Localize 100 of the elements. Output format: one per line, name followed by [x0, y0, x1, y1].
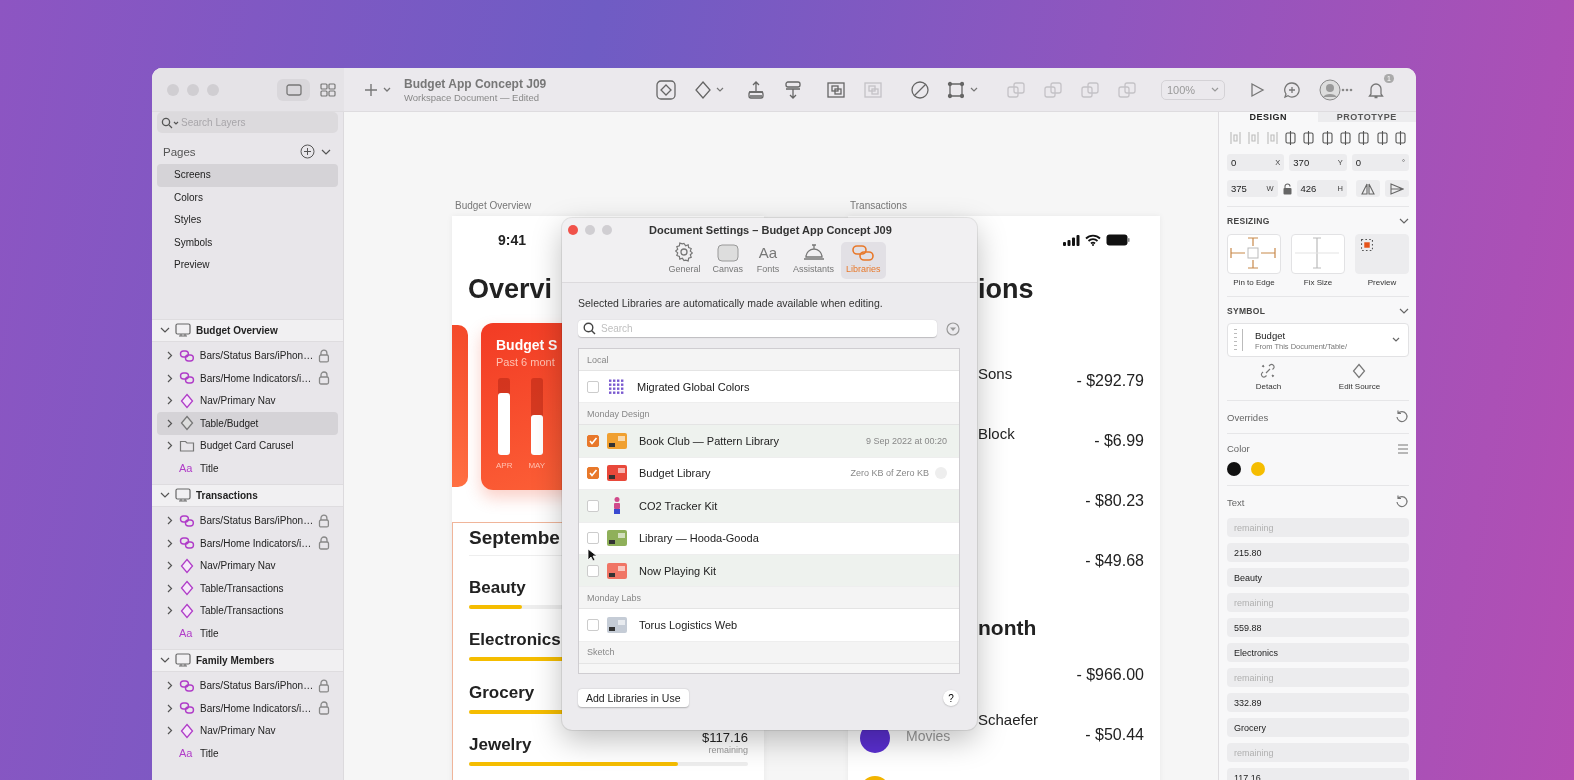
reset-icon[interactable] [1395, 410, 1409, 424]
group-icon[interactable] [825, 79, 847, 100]
chevron-icon[interactable] [160, 656, 170, 664]
layer-item[interactable]: Bars/Home Indicators/i… [157, 532, 338, 555]
chevron-right-icon[interactable] [167, 561, 173, 571]
override-text-field[interactable]: 215.80 [1227, 543, 1409, 562]
override-text-field[interactable]: 117.16 [1227, 768, 1409, 780]
align-icon[interactable] [1302, 131, 1316, 145]
align-icon[interactable] [1284, 131, 1297, 145]
add-libraries-button[interactable]: Add Libraries in Use [578, 689, 689, 707]
layer-item[interactable]: Bars/Status Bars/iPhon… [157, 344, 338, 367]
bell-icon[interactable] [1367, 80, 1385, 99]
backward-icon[interactable] [782, 79, 804, 100]
override-text-field[interactable]: remaining [1227, 593, 1409, 612]
chevron-down-icon[interactable] [321, 147, 331, 156]
align-icon[interactable] [1320, 131, 1334, 145]
scale-icon[interactable] [946, 79, 978, 100]
chevron-right-icon[interactable] [167, 396, 173, 406]
align-icon[interactable] [1357, 131, 1371, 145]
layer-item[interactable]: Bars/Home Indicators/i… [157, 367, 338, 390]
library-row[interactable]: Now Playing Kit [579, 554, 959, 588]
checkbox[interactable] [587, 619, 599, 632]
page-item[interactable]: Preview [157, 254, 338, 277]
settings-tab[interactable]: Assistants [788, 242, 839, 279]
lock-icon[interactable] [1282, 182, 1292, 195]
override-text-field[interactable]: 332.89 [1227, 693, 1409, 712]
grid-icon[interactable] [319, 82, 336, 97]
layer-group-name[interactable]: Transactions [196, 489, 258, 501]
search-icon[interactable] [583, 322, 596, 335]
close-button[interactable] [568, 225, 578, 235]
settings-tab[interactable]: Aa Fonts [750, 242, 786, 279]
library-row[interactable]: Torus Logistics Web [579, 609, 959, 642]
lock-icon[interactable] [318, 678, 330, 693]
layer-item[interactable]: Aa Title [157, 457, 338, 480]
chevron-right-icon[interactable] [167, 441, 173, 451]
play-icon[interactable] [1249, 81, 1265, 98]
override-text-field[interactable]: remaining [1227, 743, 1409, 762]
lock-icon[interactable] [318, 348, 330, 363]
library-row[interactable]: Budget Library Zero KB of Zero KB [579, 457, 959, 491]
lock-icon[interactable] [318, 701, 330, 716]
page-item[interactable]: Colors [157, 186, 338, 209]
artboard-label[interactable]: Budget Overview [455, 200, 532, 211]
flip-vertical-button[interactable] [1385, 180, 1409, 197]
color-swatch[interactable] [1251, 462, 1265, 476]
sidebar-toggle-button[interactable] [277, 78, 310, 101]
override-text-field[interactable]: Electronics [1227, 643, 1409, 662]
chevron-right-icon[interactable] [167, 351, 173, 361]
lock-icon[interactable] [318, 513, 330, 528]
add-icon[interactable] [300, 144, 315, 159]
align-icon[interactable] [1375, 131, 1389, 145]
artboard-label[interactable]: Transactions [850, 200, 907, 211]
chevron-right-icon[interactable] [167, 681, 173, 691]
mask-icon[interactable] [909, 79, 931, 100]
chevron-down-icon[interactable] [1399, 307, 1409, 315]
layer-item[interactable]: Bars/Home Indicators/i… [157, 697, 338, 720]
chevron-right-icon[interactable] [167, 373, 173, 383]
caret-icon[interactable] [1211, 86, 1219, 93]
search-field[interactable]: Search [578, 320, 937, 337]
checkbox[interactable] [587, 499, 599, 512]
checkbox[interactable] [587, 435, 599, 448]
chevron-down-icon[interactable] [1399, 217, 1409, 225]
checkbox[interactable] [587, 467, 599, 480]
chevron-right-icon[interactable] [167, 726, 173, 736]
chevron-right-icon[interactable] [167, 516, 173, 526]
page-item[interactable]: Symbols [157, 231, 338, 254]
create-symbol-icon[interactable] [655, 79, 677, 100]
page-item[interactable]: Styles [157, 209, 338, 232]
flip-horizontal-button[interactable] [1356, 180, 1380, 197]
reset-icon[interactable] [1395, 495, 1409, 509]
page-item[interactable]: Screens [157, 164, 338, 187]
layer-item[interactable]: Table/Transactions [157, 599, 338, 622]
library-row[interactable]: CO2 Tracker Kit [579, 490, 959, 523]
layer-item[interactable]: Nav/Primary Nav [157, 719, 338, 742]
layer-item[interactable]: Aa Title [157, 742, 338, 765]
chevron-right-icon[interactable] [167, 418, 173, 428]
chevron-icon[interactable] [160, 326, 170, 334]
override-text-field[interactable]: 559.88 [1227, 618, 1409, 637]
filter-icon[interactable] [946, 321, 960, 336]
override-text-field[interactable]: remaining [1227, 518, 1409, 537]
lock-icon[interactable] [318, 536, 330, 551]
layer-item[interactable]: Table/Budget [157, 412, 338, 435]
align-icon[interactable] [1393, 131, 1407, 145]
settings-tab[interactable]: Canvas [707, 242, 748, 279]
checkbox[interactable] [587, 564, 599, 577]
inspector-tab[interactable]: PROTOTYPE [1317, 112, 1416, 122]
forward-icon[interactable] [745, 79, 767, 100]
layer-item[interactable]: Aa Title [157, 622, 338, 645]
checkbox[interactable] [587, 532, 599, 545]
color-swatch[interactable] [1227, 462, 1241, 476]
align-icon[interactable] [1338, 131, 1352, 145]
layer-item[interactable]: Table/Transactions [157, 577, 338, 600]
chevron-right-icon[interactable] [167, 538, 173, 548]
library-row[interactable]: Book Club — Pattern Library 9 Sep 2022 at 00:20 [579, 425, 959, 458]
override-text-field[interactable]: Beauty [1227, 568, 1409, 587]
chevron-right-icon[interactable] [167, 606, 173, 616]
chevron-right-icon[interactable] [167, 583, 173, 593]
chevron-right-icon[interactable] [167, 703, 173, 713]
lock-icon[interactable] [318, 371, 330, 386]
library-row[interactable]: Library — Hooda-Gooda [579, 522, 959, 555]
layer-item[interactable]: Nav/Primary Nav [157, 389, 338, 412]
